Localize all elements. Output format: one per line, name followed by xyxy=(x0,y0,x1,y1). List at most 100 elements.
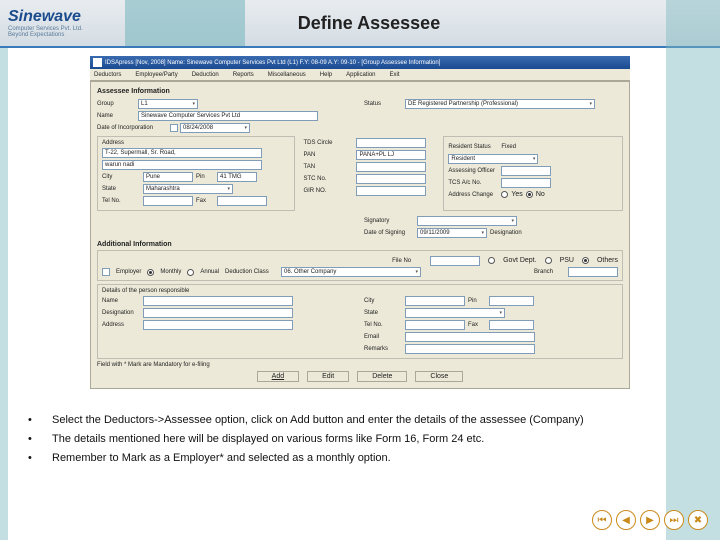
decor-right xyxy=(666,0,720,540)
slide-header: Sinewave Computer Services Pvt. Ltd. Bey… xyxy=(0,0,720,48)
lbl-assoff: Assessing Officer xyxy=(448,168,498,174)
button-bar: Add Edit Delete Close xyxy=(97,371,623,382)
tcsacno-field[interactable] xyxy=(501,178,551,188)
status-select[interactable]: DE Registered Partnership (Professional) xyxy=(405,99,595,109)
add-button[interactable]: Add xyxy=(257,371,299,382)
menu-employee[interactable]: Employee/Party xyxy=(135,72,177,78)
psu-radio[interactable] xyxy=(545,257,552,264)
lbl-stc: STC No. xyxy=(303,176,353,182)
stc-field[interactable] xyxy=(356,174,426,184)
monthly-radio[interactable] xyxy=(147,269,154,276)
govtdept-radio[interactable] xyxy=(488,257,495,264)
lbl-tcsacno: TCS A/c No. xyxy=(448,180,498,186)
addrchg-no[interactable] xyxy=(526,191,533,198)
tds-field[interactable] xyxy=(356,138,426,148)
r-city-field[interactable] xyxy=(405,296,465,306)
lbl-status: Status xyxy=(364,101,402,107)
lbl-branch: Branch xyxy=(534,269,562,275)
nav-close-icon[interactable]: ✖ xyxy=(688,510,708,530)
close-button[interactable]: Close xyxy=(415,371,463,382)
lbl-city: City xyxy=(102,174,140,180)
menu-application[interactable]: Application xyxy=(346,72,375,78)
logo: Sinewave Computer Services Pvt. Ltd. Bey… xyxy=(8,3,118,43)
state-select[interactable]: Maharashtra xyxy=(143,184,233,194)
city-field[interactable]: Pune xyxy=(143,172,193,182)
menu-help[interactable]: Help xyxy=(320,72,332,78)
menubar: Deductors Employee/Party Deduction Repor… xyxy=(90,69,630,81)
menu-reports[interactable]: Reports xyxy=(233,72,254,78)
lbl-r-addr: Address xyxy=(102,322,140,328)
menu-deductors[interactable]: Deductors xyxy=(94,72,121,78)
employer-check[interactable] xyxy=(102,268,110,276)
lbl-dedclass: Deduction Class xyxy=(225,269,275,275)
lbl-r-pin: Pin xyxy=(468,298,486,304)
lbl-pan: PAN xyxy=(303,152,353,158)
lbl-tel: Tel No. xyxy=(102,198,140,204)
bullet-3: •Remember to Mark as a Employer* and sel… xyxy=(28,451,692,466)
lbl-fixed: Fixed xyxy=(501,144,525,150)
group-select[interactable]: L1 xyxy=(138,99,198,109)
window-title: IDSApress [Nov, 2008] Name: Sinewave Com… xyxy=(105,60,440,66)
fax-field[interactable] xyxy=(217,196,267,206)
r-state-select[interactable] xyxy=(405,308,505,318)
lbl-resstat: Resident Status xyxy=(448,144,498,150)
nav-prev-icon[interactable]: ◀ xyxy=(616,510,636,530)
lbl-r-name: Name xyxy=(102,298,140,304)
additional-box: File No Govt Dept. PSU Others Employer M… xyxy=(97,250,623,281)
dateinc-check[interactable] xyxy=(170,124,178,132)
menu-exit[interactable]: Exit xyxy=(390,72,400,78)
edit-button[interactable]: Edit xyxy=(307,371,349,382)
responsible-box: Details of the person responsible Name D… xyxy=(97,284,623,359)
lbl-dateinc: Date of Incorporation xyxy=(97,125,167,131)
annual-radio[interactable] xyxy=(187,269,194,276)
dos-field[interactable]: 09/11/2009 xyxy=(417,228,487,238)
branch-field[interactable] xyxy=(568,267,618,277)
resident-box: Resident StatusFixed Resident Assessing … xyxy=(443,136,623,211)
r-remarks-field[interactable] xyxy=(405,344,535,354)
addrchg-yes[interactable] xyxy=(501,191,508,198)
lbl-tan: TAN xyxy=(303,164,353,170)
resstat-select[interactable]: Resident xyxy=(448,154,538,164)
nav-next-icon[interactable]: ▶ xyxy=(640,510,660,530)
r-addr-field[interactable] xyxy=(143,320,293,330)
delete-button[interactable]: Delete xyxy=(357,371,407,382)
lbl-dos: Date of Signing xyxy=(364,230,414,236)
pin-field[interactable]: 41 TMG xyxy=(217,172,257,182)
name-field[interactable]: Sinewave Computer Services Pvt Ltd xyxy=(138,111,318,121)
logo-text: Sinewave xyxy=(8,8,118,26)
menu-misc[interactable]: Miscellaneous xyxy=(268,72,306,78)
tel-field[interactable] xyxy=(143,196,193,206)
others-radio[interactable] xyxy=(582,257,589,264)
addr1-field[interactable]: T-22, Supermall, Sr. Road, xyxy=(102,148,262,158)
menu-deduction[interactable]: Deduction xyxy=(192,72,219,78)
lbl-employer: Employer xyxy=(116,269,141,275)
assoff-field[interactable] xyxy=(501,166,551,176)
lbl-designation: Designation xyxy=(490,230,530,236)
nav-last-icon[interactable]: ⏭ xyxy=(664,510,684,530)
window-titlebar: IDSApress [Nov, 2008] Name: Sinewave Com… xyxy=(90,56,630,69)
dedclass-select[interactable]: 06. Other Company xyxy=(281,267,421,277)
pan-field[interactable]: PANA+PL LJ xyxy=(356,150,426,160)
lbl-fax: Fax xyxy=(196,198,214,204)
app-icon xyxy=(93,58,102,67)
r-name-field[interactable] xyxy=(143,296,293,306)
nav-first-icon[interactable]: ⏮ xyxy=(592,510,612,530)
lbl-name: Name xyxy=(97,113,135,119)
r-pin-field[interactable] xyxy=(489,296,534,306)
bullet-1: •Select the Deductors->Assessee option, … xyxy=(28,413,692,428)
lbl-r-tel: Tel No. xyxy=(364,322,402,328)
bullet-2: •The details mentioned here will be disp… xyxy=(28,432,692,447)
dateinc-field[interactable]: 08/24/2008 xyxy=(180,123,250,133)
fileno-field[interactable] xyxy=(430,256,480,266)
r-desig-field[interactable] xyxy=(143,308,293,318)
lbl-r-city: City xyxy=(364,298,402,304)
gir-field[interactable] xyxy=(356,186,426,196)
r-email-field[interactable] xyxy=(405,332,535,342)
tan-field[interactable] xyxy=(356,162,426,172)
r-fax-field[interactable] xyxy=(489,320,534,330)
lbl-addrchg: Address Change xyxy=(448,192,498,198)
signatory-select[interactable] xyxy=(417,216,517,226)
r-tel-field[interactable] xyxy=(405,320,465,330)
section-assessee-info: Assessee Information xyxy=(97,88,623,95)
addr2-field[interactable]: warun nadi xyxy=(102,160,262,170)
